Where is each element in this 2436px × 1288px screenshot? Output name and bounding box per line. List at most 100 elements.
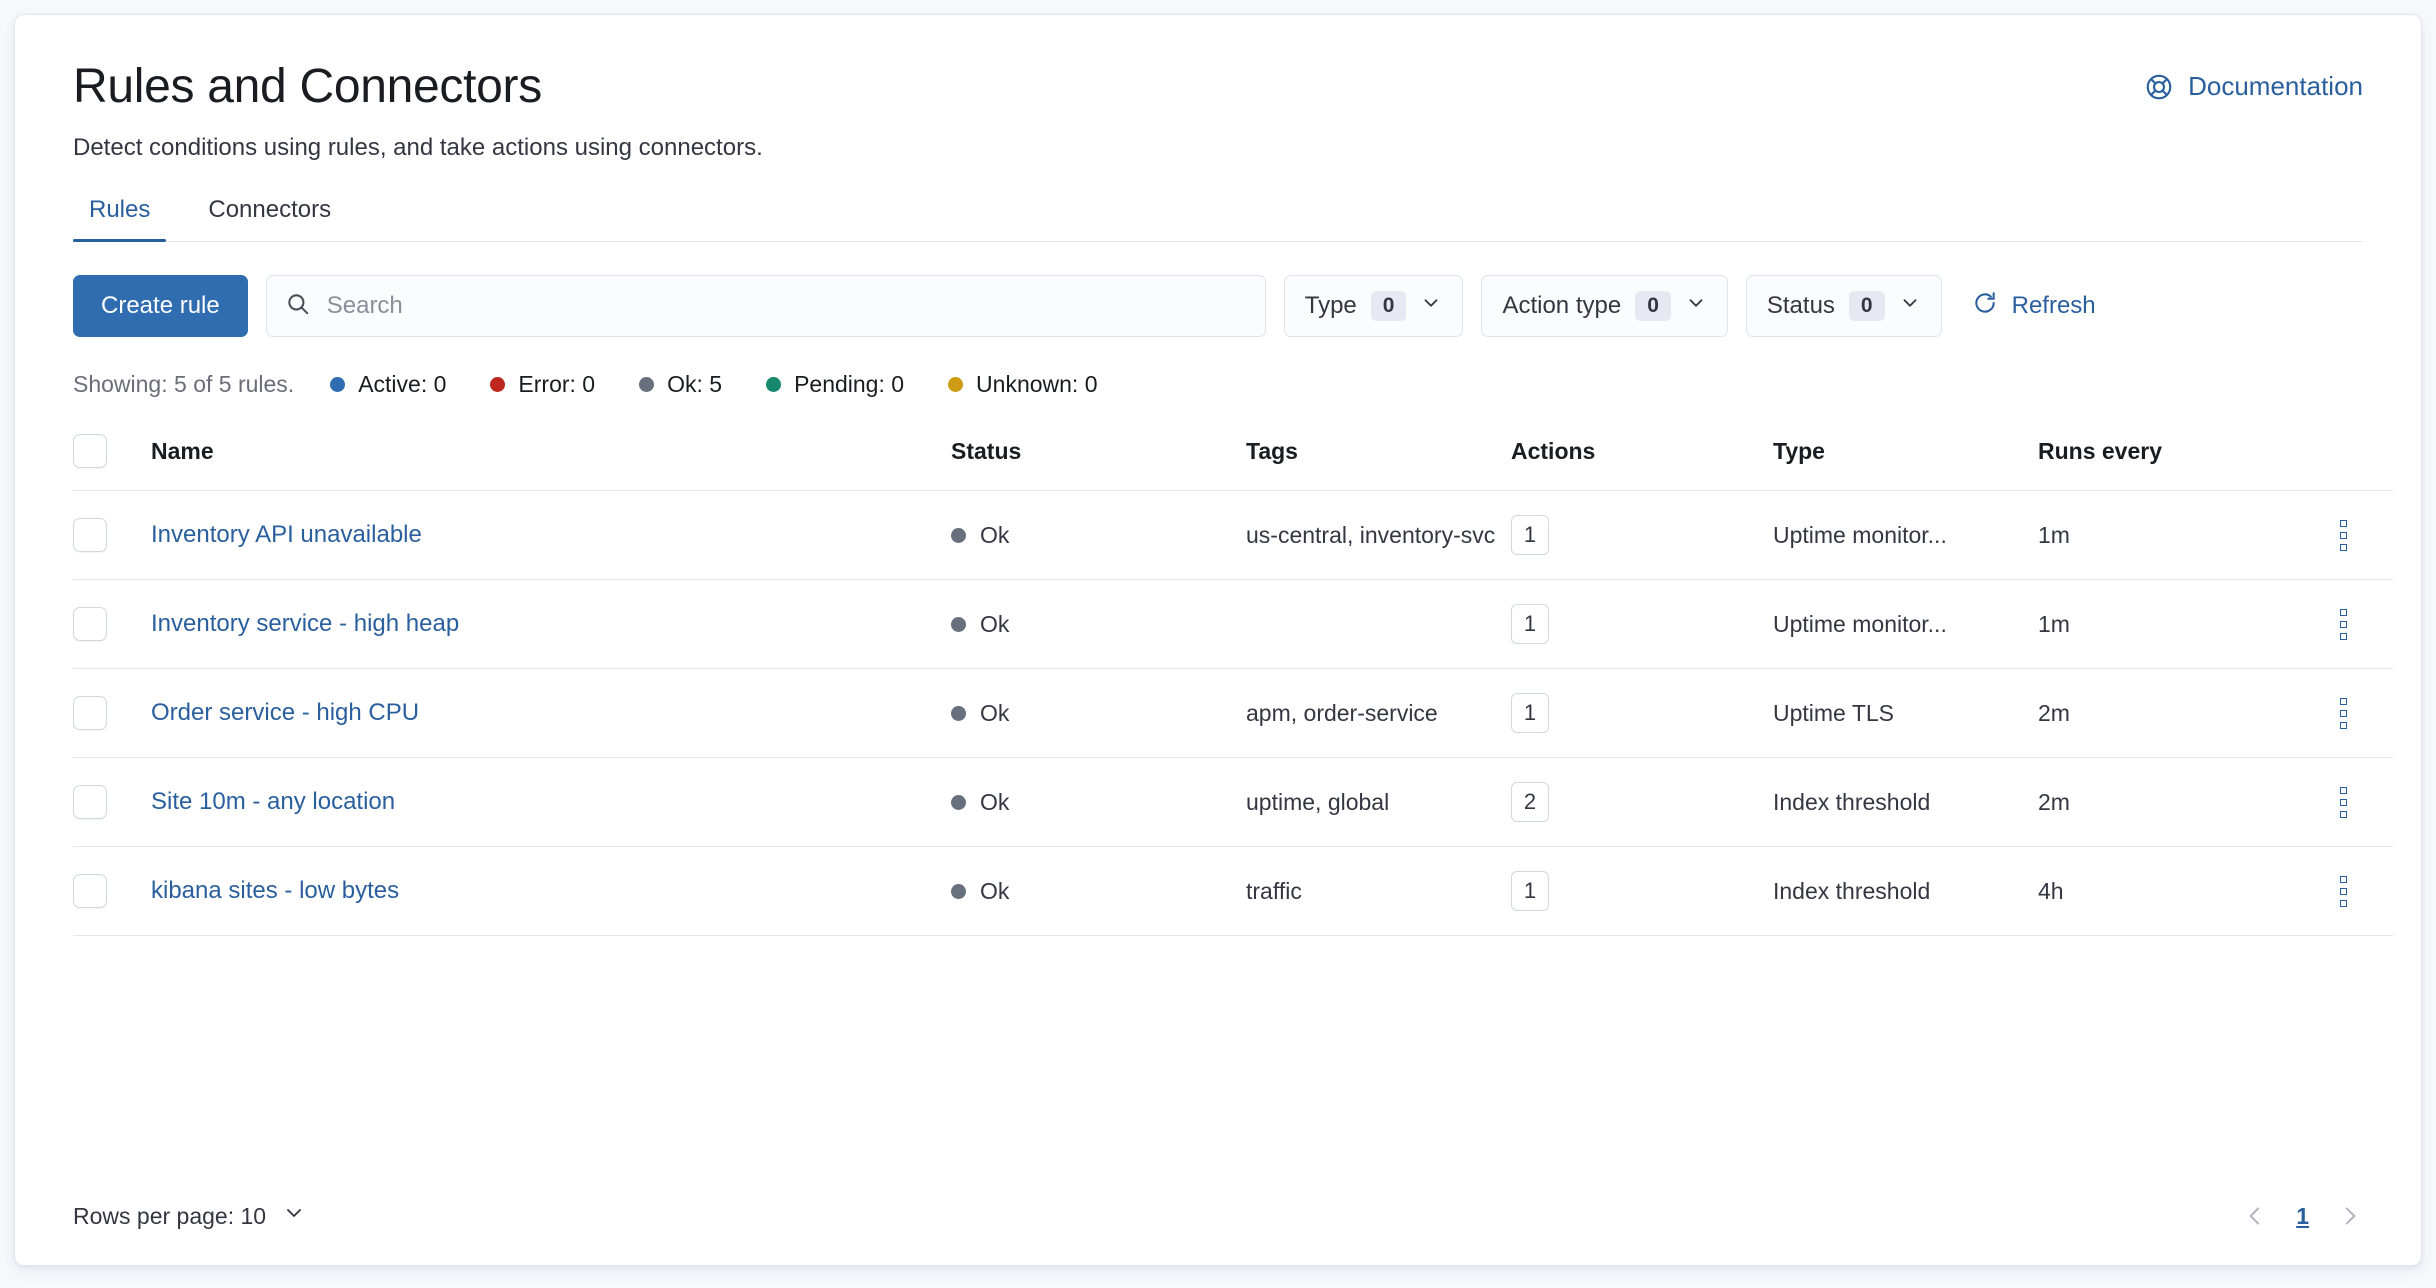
stat-ok-label: Ok: 5: [667, 371, 723, 398]
filter-status-dropdown[interactable]: Status 0: [1745, 275, 1942, 338]
rule-name-cell: kibana sites - low bytes: [151, 846, 951, 937]
row-select-cell: [73, 668, 151, 759]
page-number-1[interactable]: 1: [2290, 1203, 2315, 1230]
stat-active: Active: 0: [330, 371, 446, 398]
table-row: Site 10m - any location Ok uptime, globa…: [73, 757, 2393, 848]
stat-active-label: Active: 0: [358, 371, 447, 398]
documentation-label: Documentation: [2188, 71, 2363, 101]
row-actions-menu-icon[interactable]: [2293, 786, 2393, 818]
rule-tags-cell: [1246, 579, 1511, 670]
status-dot-unknown: [948, 377, 964, 393]
filter-type-dropdown[interactable]: Type 0: [1283, 275, 1464, 338]
row-actions-menu-icon[interactable]: [2293, 875, 2393, 907]
row-select-cell: [73, 846, 151, 937]
table-footer: Rows per page: 10 1: [73, 1201, 2363, 1231]
tab-connectors[interactable]: Connectors: [192, 196, 347, 241]
row-actions-menu-icon[interactable]: [2293, 519, 2393, 551]
chevron-down-icon: [282, 1201, 306, 1231]
column-header-status[interactable]: Status: [951, 420, 1246, 492]
rule-status-label: Ok: [980, 877, 1010, 904]
filter-type-label: Type: [1304, 292, 1357, 320]
rule-name-link[interactable]: Order service - high CPU: [151, 699, 419, 726]
row-checkbox[interactable]: [73, 607, 107, 642]
rule-actions-cell: 1: [1511, 846, 1773, 937]
rule-type-cell: Uptime monitor...: [1773, 490, 2038, 581]
row-actions-menu-icon[interactable]: [2293, 608, 2393, 640]
column-header-runs-every[interactable]: Runs every: [2038, 420, 2293, 492]
status-dot-ok: [639, 377, 655, 393]
filter-status-count: 0: [1848, 291, 1885, 322]
rule-runs-every-cell: 2m: [2038, 757, 2293, 848]
table-body: Inventory API unavailable Ok us-central,…: [73, 490, 2393, 937]
documentation-link[interactable]: Documentation: [2144, 71, 2363, 102]
pagination: 1: [2242, 1203, 2363, 1230]
rule-name-link[interactable]: Site 10m - any location: [151, 788, 395, 815]
status-dot-error: [490, 377, 506, 393]
table-row: Inventory service - high heap Ok 1 Uptim…: [73, 579, 2393, 670]
app-background: Rules and Connectors Documentation Detec…: [0, 0, 2436, 1288]
row-checkbox[interactable]: [73, 785, 107, 820]
rule-tags-cell: traffic: [1246, 846, 1511, 937]
help-ring-icon: [2144, 72, 2174, 102]
rule-type-cell: Uptime monitor...: [1773, 579, 2038, 670]
row-select-cell: [73, 757, 151, 848]
rows-per-page-dropdown[interactable]: Rows per page: 10: [73, 1201, 306, 1231]
column-header-actions[interactable]: Actions: [1511, 420, 1773, 492]
rule-name-cell: Inventory API unavailable: [151, 490, 951, 581]
rule-actions-cell: 1: [1511, 579, 1773, 670]
row-select-cell: [73, 490, 151, 581]
search-input[interactable]: [326, 292, 1247, 321]
rule-actions-cell: 1: [1511, 668, 1773, 759]
row-checkbox[interactable]: [73, 696, 107, 731]
search-field[interactable]: [265, 275, 1266, 338]
table-row: Order service - high CPU Ok apm, order-s…: [73, 668, 2393, 759]
search-icon: [285, 291, 311, 322]
rule-status-label: Ok: [980, 610, 1010, 637]
stat-unknown: Unknown: 0: [948, 371, 1098, 398]
filter-action-type-dropdown[interactable]: Action type 0: [1481, 275, 1728, 338]
actions-count-badge: 1: [1511, 871, 1549, 912]
rules-table: Name Status Tags Actions Type Runs every…: [73, 420, 2393, 937]
filter-action-type-label: Action type: [1502, 292, 1622, 320]
rule-type-label: Index threshold: [1773, 877, 1931, 904]
refresh-button[interactable]: Refresh: [1972, 290, 2096, 323]
rule-actions-cell: 2: [1511, 757, 1773, 848]
create-rule-button[interactable]: Create rule: [73, 275, 248, 338]
rule-name-link[interactable]: kibana sites - low bytes: [151, 877, 399, 904]
rules-and-connectors-card: Rules and Connectors Documentation Detec…: [14, 14, 2422, 1266]
rule-name-link[interactable]: Inventory service - high heap: [151, 610, 459, 637]
tab-rules[interactable]: Rules: [73, 196, 167, 243]
select-all-checkbox[interactable]: [73, 434, 107, 469]
status-dot-ok: [951, 705, 966, 721]
rule-name-cell: Site 10m - any location: [151, 757, 951, 848]
column-header-tags[interactable]: Tags: [1246, 420, 1511, 492]
rows-per-page-label: Rows per page: 10: [73, 1202, 267, 1229]
column-header-type[interactable]: Type: [1773, 420, 2038, 492]
refresh-icon: [1972, 290, 1998, 323]
rule-name-link[interactable]: Inventory API unavailable: [151, 521, 422, 548]
rule-tags-cell: us-central, inventory-svc: [1246, 490, 1511, 581]
row-checkbox[interactable]: [73, 874, 107, 909]
rule-type-label: Uptime monitor...: [1773, 610, 1947, 637]
stat-ok: Ok: 5: [639, 371, 722, 398]
rule-menu-cell: [2293, 757, 2393, 848]
rule-status-label: Ok: [980, 521, 1010, 548]
rule-runs-every-cell: 2m: [2038, 668, 2293, 759]
rules-summary: Showing: 5 of 5 rules. Active: 0 Error: …: [73, 371, 2363, 398]
chevron-down-icon: [1420, 292, 1442, 321]
rule-status-cell: Ok: [951, 846, 1246, 937]
row-checkbox[interactable]: [73, 518, 107, 553]
row-actions-menu-icon[interactable]: [2293, 697, 2393, 729]
stat-pending-label: Pending: 0: [794, 371, 905, 398]
stat-pending: Pending: 0: [766, 371, 904, 398]
next-page-button[interactable]: [2337, 1203, 2363, 1229]
column-header-name[interactable]: Name: [151, 420, 951, 492]
rule-status-cell: Ok: [951, 579, 1246, 670]
rule-type-cell: Index threshold: [1773, 846, 2038, 937]
status-dot-pending: [766, 377, 782, 393]
filter-type-count: 0: [1370, 291, 1407, 322]
table-row: kibana sites - low bytes Ok traffic 1 In…: [73, 846, 2393, 937]
previous-page-button[interactable]: [2242, 1203, 2268, 1229]
stat-error-label: Error: 0: [518, 371, 596, 398]
actions-count-badge: 2: [1511, 782, 1549, 823]
